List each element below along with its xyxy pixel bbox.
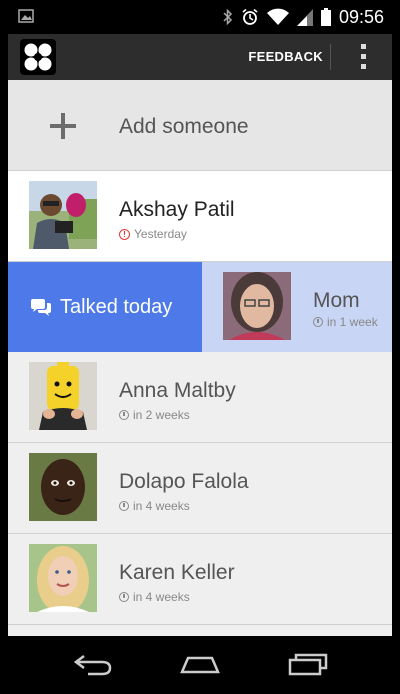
- contact-row-dolapo-falola[interactable]: Dolapo Falola in 4 weeks: [8, 443, 392, 534]
- status-time: 09:56: [338, 6, 384, 27]
- app-frame: 09:56 FEEDBACK Add someone Akshay Patil …: [8, 0, 392, 694]
- app-logo-icon[interactable]: [20, 39, 56, 75]
- clock-icon: [119, 501, 129, 511]
- plus-icon: [50, 113, 76, 139]
- contact-status-text: in 1 week: [327, 315, 378, 329]
- contact-status: in 2 weeks: [119, 408, 190, 422]
- clock-icon: [119, 410, 129, 420]
- alarm-icon: [242, 8, 258, 25]
- feedback-button[interactable]: FEEDBACK: [248, 49, 323, 64]
- contact-name: Dolapo Falola: [119, 470, 249, 493]
- contact-name: Anna Maltby: [119, 379, 236, 402]
- gallery-notification-icon: [18, 9, 34, 23]
- appbar-divider: [330, 44, 331, 70]
- avatar: [29, 453, 97, 521]
- contact-card-mom[interactable]: Mom in 1 week: [202, 262, 392, 352]
- clock-icon: [313, 317, 323, 327]
- navigation-bar: [0, 636, 400, 694]
- avatar: [29, 362, 97, 430]
- chat-bubbles-icon: [31, 298, 51, 316]
- contact-status-text: Yesterday: [134, 227, 187, 241]
- status-icons: 09:56: [223, 6, 384, 28]
- contact-status: in 4 weeks: [119, 590, 190, 604]
- contact-row-akshay-patil[interactable]: Akshay Patil ! Yesterday: [8, 171, 392, 262]
- avatar: [29, 181, 97, 249]
- recent-apps-button-icon[interactable]: [288, 652, 328, 676]
- contact-status-text: in 4 weeks: [133, 499, 190, 513]
- overdue-alert-icon: !: [119, 228, 130, 240]
- contact-row-karen-keller[interactable]: Karen Keller in 4 weeks: [8, 534, 392, 625]
- add-someone-row[interactable]: Add someone: [8, 80, 392, 171]
- clock-icon: [119, 592, 129, 602]
- contact-name: Akshay Patil: [119, 198, 235, 221]
- back-button-icon[interactable]: [74, 652, 114, 676]
- talked-today-action[interactable]: Talked today: [8, 262, 202, 352]
- contact-status: ! Yesterday: [119, 227, 187, 241]
- overflow-menu-icon[interactable]: [356, 44, 370, 70]
- contact-row-anna-maltby[interactable]: Anna Maltby in 2 weeks: [8, 352, 392, 443]
- contact-status: in 1 week: [313, 315, 378, 329]
- status-bar: 09:56: [8, 0, 392, 34]
- app-bar: FEEDBACK: [8, 34, 392, 80]
- wifi-icon: [266, 8, 289, 25]
- home-button-icon[interactable]: [180, 652, 220, 676]
- avatar: [29, 544, 97, 612]
- avatar: [223, 272, 291, 340]
- contact-status-text: in 4 weeks: [133, 590, 190, 604]
- contact-status-text: in 2 weeks: [133, 408, 190, 422]
- talked-today-label: Talked today: [60, 296, 173, 318]
- battery-icon: [320, 8, 331, 26]
- add-someone-label: Add someone: [119, 115, 249, 138]
- contact-name: Karen Keller: [119, 561, 235, 584]
- signal-icon: [296, 9, 313, 26]
- contact-name: Mom: [313, 289, 360, 312]
- phone-screen: 09:56 FEEDBACK Add someone Akshay Patil …: [0, 0, 400, 694]
- bluetooth-icon: [223, 8, 233, 26]
- contact-status: in 4 weeks: [119, 499, 190, 513]
- swipe-row-mom[interactable]: Talked today Mom in 1 week: [8, 262, 392, 352]
